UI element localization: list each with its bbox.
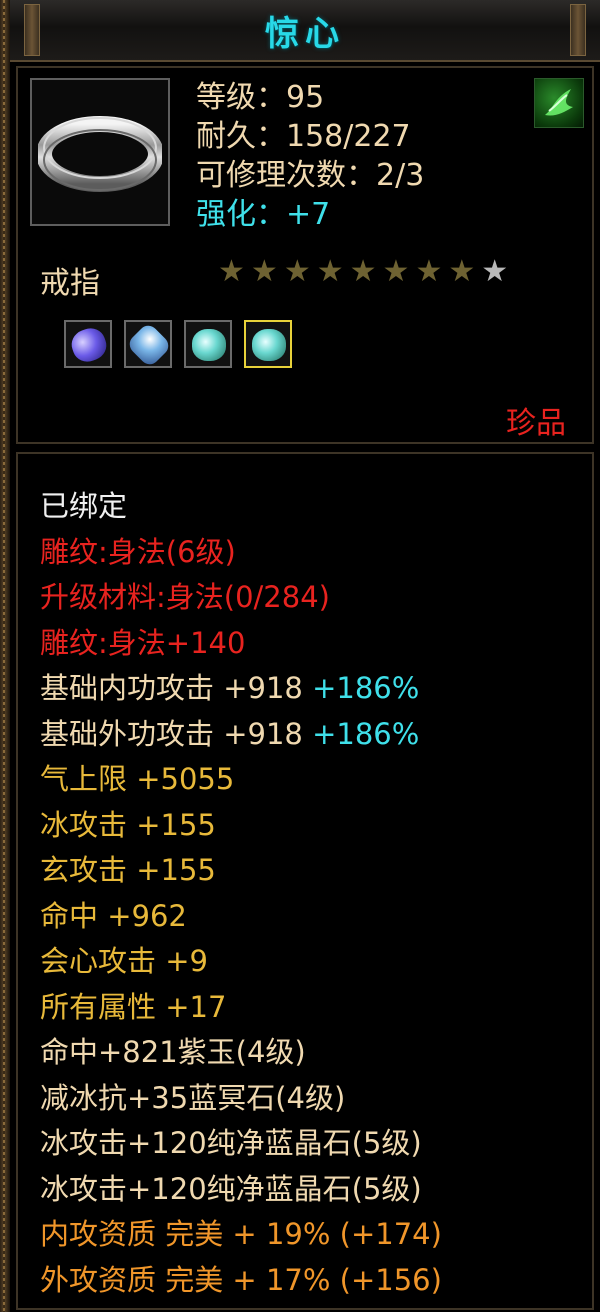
gem-bonus-line: 命中+821紫玉(4级) [40, 1035, 306, 1069]
all-attributes-line: 所有属性 +17 [40, 989, 227, 1024]
outer-attack-line: 基础外功攻击 +918 +186% [40, 712, 442, 758]
repair-count-text: 可修理次数：2/3 [196, 158, 425, 193]
blue-crystal-gem-icon [125, 321, 173, 369]
star-icon: ★ [448, 254, 476, 289]
hit-line: 命中 +962 [40, 898, 187, 933]
item-stats: 等级：95 耐久：158/227 可修理次数：2/3 强化：+7 [196, 78, 424, 234]
purple-gem-icon [67, 324, 111, 366]
ring-icon [38, 116, 162, 192]
item-summary-panel: 等级：95 耐久：158/227 可修理次数：2/3 强化：+7 戒指 ★ ★ … [16, 66, 594, 444]
tooltip-header: 惊心 [10, 0, 600, 62]
item-properties-panel: 已绑定 雕纹:身法(6级) 升级材料:身法(0/284) 雕纹:身法+140 基… [16, 452, 594, 1310]
window-frame-left [0, 0, 10, 1312]
crit-attack-line: 会心攻击 +9 [40, 944, 208, 978]
item-title: 惊心 [265, 14, 345, 54]
outer-quality-line: 外攻资质 完美 + 17% (+156) [40, 1262, 442, 1297]
inner-quality-line: 内攻资质 完美 + 19% (+174) [40, 1217, 442, 1251]
star-icon: ★ [415, 254, 443, 289]
gem-slots [64, 320, 292, 369]
star-icon: ★ [349, 254, 377, 289]
engrave-bonus-line: 雕纹:身法+140 [40, 625, 246, 660]
gem-slot-selected[interactable] [244, 320, 292, 368]
outer-attack-pct: +186% [312, 716, 420, 751]
property-list: 已绑定 雕纹:身法(6级) 升级材料:身法(0/284) 雕纹:身法+140 基… [40, 484, 442, 1303]
inner-attack-line: 基础内功攻击 +918 +186% [40, 666, 442, 712]
star-icon: ★ [481, 254, 509, 289]
item-type: 戒指 [40, 266, 100, 301]
gem-slot[interactable] [64, 320, 112, 368]
xuan-attack-line: 玄攻击 +155 [40, 853, 216, 887]
star-icon: ★ [250, 254, 278, 289]
star-rating: ★ ★ ★ ★ ★ ★ ★ ★ ★ [218, 256, 508, 288]
star-icon: ★ [218, 254, 245, 289]
outer-attack-label: 基础外功攻击 +918 [40, 716, 313, 751]
star-icon: ★ [283, 254, 311, 289]
ice-attack-line: 冰攻击 +155 [40, 807, 216, 842]
green-wind-icon[interactable] [534, 78, 584, 128]
gem-bonus-line: 冰攻击+120纯净蓝晶石(5级) [40, 1171, 422, 1206]
level-text: 等级：95 [196, 80, 325, 115]
upgrade-material-line: 升级材料:身法(0/284) [40, 580, 330, 614]
gem-slot[interactable] [124, 320, 173, 369]
enhance-text: 强化：+7 [196, 197, 331, 232]
engrave-line: 雕纹:身法(6级) [40, 534, 236, 569]
gem-slot[interactable] [184, 320, 232, 368]
star-icon: ★ [316, 254, 344, 289]
blue-crystal-gem-icon [192, 329, 226, 361]
item-icon-frame[interactable] [30, 78, 170, 226]
inner-attack-pct: +186% [312, 671, 420, 705]
qi-limit-line: 气上限 +5055 [40, 762, 235, 796]
inner-attack-label: 基础内功攻击 +918 [40, 671, 313, 705]
gem-bonus-line: 减冰抗+35蓝冥石(4级) [40, 1080, 346, 1115]
star-icon: ★ [382, 254, 410, 289]
gem-bonus-line: 冰攻击+120纯净蓝晶石(5级) [40, 1126, 422, 1160]
bound-status: 已绑定 [40, 489, 128, 523]
durability-text: 耐久：158/227 [196, 119, 411, 154]
quality-label: 珍品 [506, 406, 566, 441]
blue-crystal-gem-icon [252, 329, 286, 361]
